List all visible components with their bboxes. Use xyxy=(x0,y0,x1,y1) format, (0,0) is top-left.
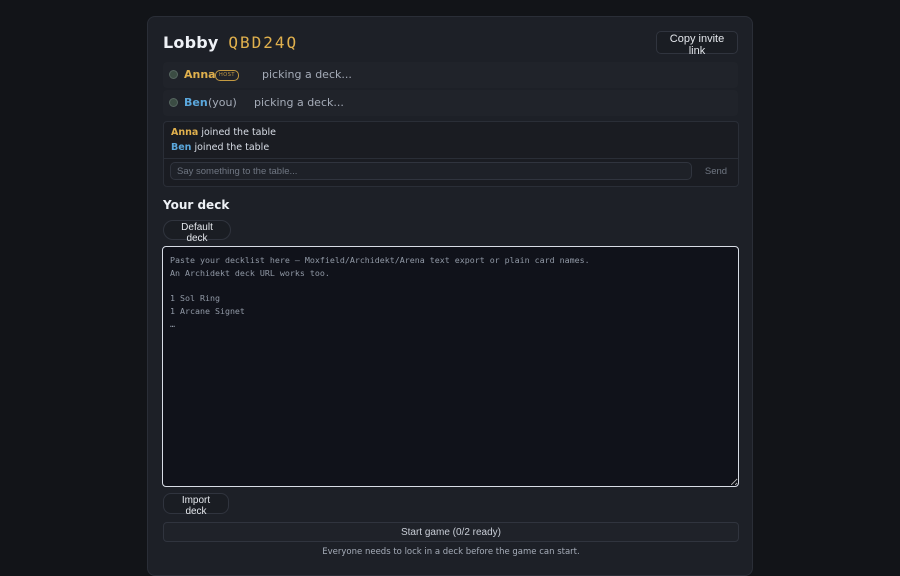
decklist-textarea[interactable] xyxy=(162,246,739,487)
you-label: (you) xyxy=(208,96,237,109)
status-dot-icon xyxy=(169,70,178,79)
player-status: picking a deck... xyxy=(262,68,352,81)
chat-message: Anna joined the table xyxy=(171,127,276,138)
player-name: Ben xyxy=(184,96,208,109)
start-hint: Everyone needs to lock in a deck before … xyxy=(322,547,580,557)
lobby-code: QBD24Q xyxy=(228,33,299,52)
default-deck-button[interactable]: Default deck xyxy=(163,220,231,244)
player-name: Anna xyxy=(184,68,216,81)
lobby-header: Lobby QBD24Q Copy invite link xyxy=(163,31,738,57)
lobby-title-label: Lobby xyxy=(163,33,219,52)
import-deck-button[interactable]: Import deck xyxy=(163,493,229,517)
copy-invite-link-button[interactable]: Copy invite link xyxy=(656,31,738,57)
page-title: Lobby QBD24Q xyxy=(163,33,298,52)
status-dot-icon xyxy=(169,98,178,107)
chat-message-text: joined the table xyxy=(201,127,277,138)
host-badge: HOST xyxy=(215,70,239,81)
chat-log: Anna joined the table Ben joined the tab… xyxy=(164,122,738,159)
chat-message-text: joined the table xyxy=(194,142,270,153)
lobby-panel: Lobby QBD24Q Copy invite link Anna HOST … xyxy=(147,16,753,576)
start-game-button[interactable]: Start game (0/2 ready) xyxy=(163,522,739,542)
send-button[interactable]: Send xyxy=(698,162,734,180)
player-row-anna: Anna HOST picking a deck... xyxy=(163,62,738,88)
chat-box: Anna joined the table Ben joined the tab… xyxy=(163,121,739,187)
deck-section-title: Your deck xyxy=(163,198,230,212)
player-row-ben: Ben (you) picking a deck... xyxy=(163,90,738,116)
chat-message-author: Ben xyxy=(171,142,192,153)
chat-message: Ben joined the table xyxy=(171,142,269,153)
player-status: picking a deck... xyxy=(254,96,344,109)
chat-input[interactable] xyxy=(170,162,692,180)
chat-message-author: Anna xyxy=(171,127,199,138)
